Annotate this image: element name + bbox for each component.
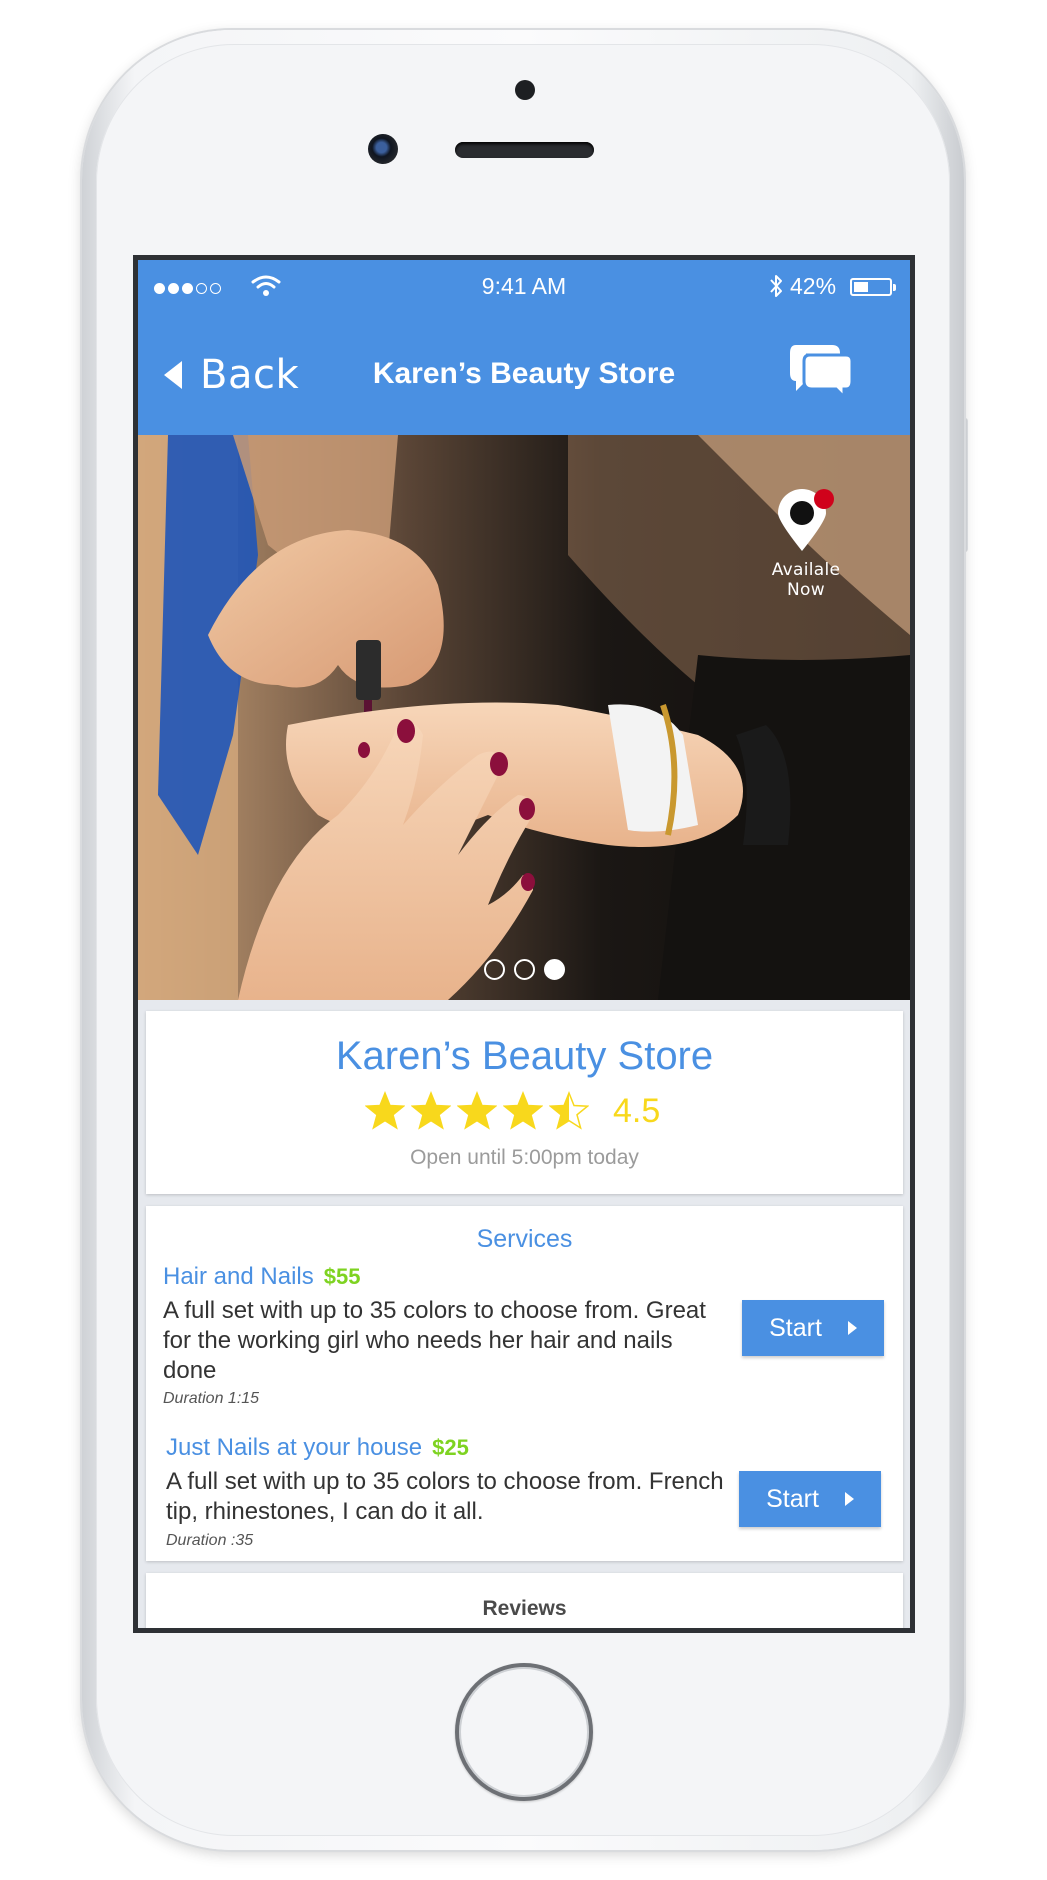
service-duration: Duration 1:15 <box>163 1390 260 1407</box>
rating-value: 4.5 <box>613 1091 661 1130</box>
status-bar: 9:41 AM 42% <box>138 260 910 310</box>
navigation-bar: 9:41 AM 42% Back Karen’s Beauty Store <box>138 260 910 435</box>
availability-indicator: Availale Now <box>752 487 860 600</box>
star-filled-icon <box>411 1091 451 1130</box>
carousel-page-indicator[interactable] <box>484 959 565 980</box>
chat-bubbles-icon[interactable] <box>788 343 854 399</box>
opening-hours: Open until 5:00pm today <box>410 1146 639 1169</box>
start-button[interactable]: Start <box>742 1300 884 1356</box>
star-filled-icon <box>503 1091 543 1130</box>
service-name: Just Nails at your house $25 <box>166 1434 469 1462</box>
front-camera <box>368 134 398 164</box>
proximity-sensor <box>515 80 535 100</box>
service-title: Just Nails at your house <box>166 1434 423 1461</box>
star-rating <box>365 1091 589 1131</box>
service-description: A full set with up to 35 colors to choos… <box>166 1468 724 1525</box>
services-card: Services Hair and Nails $55 A full set wi… <box>146 1206 903 1561</box>
store-name: Karen’s Beauty Store <box>335 1034 714 1078</box>
service-name: Hair and Nails $55 <box>163 1263 360 1291</box>
earpiece-speaker <box>455 142 594 158</box>
star-half-icon <box>549 1091 589 1130</box>
app-screen: 9:41 AM 42% Back Karen’s Beauty Store Av… <box>133 255 915 1633</box>
battery-level-fill <box>854 282 868 292</box>
carousel-dot[interactable] <box>484 959 505 980</box>
bluetooth-icon <box>770 275 782 297</box>
chevron-right-icon <box>847 1321 857 1335</box>
star-filled-icon <box>365 1091 405 1130</box>
start-button-label: Start <box>766 1484 819 1513</box>
chevron-right-icon <box>844 1492 854 1506</box>
location-pin-icon <box>778 489 834 551</box>
start-button[interactable]: Start <box>739 1471 881 1527</box>
carousel-dot[interactable] <box>514 959 535 980</box>
start-button-label: Start <box>769 1313 822 1342</box>
store-info-card: Karen’s Beauty Store 4.5 Open until 5:00… <box>146 1011 903 1194</box>
battery-percentage: 42% <box>790 273 837 299</box>
star-filled-icon <box>457 1091 497 1130</box>
service-duration: Duration :35 <box>166 1532 254 1549</box>
reviews-heading[interactable]: Reviews <box>146 1597 903 1621</box>
service-price: $55 <box>323 1264 361 1289</box>
carousel-dot[interactable] <box>544 959 565 980</box>
availability-label: Availale Now <box>771 560 841 600</box>
mockup-stage: 9:41 AM 42% Back Karen’s Beauty Store Av… <box>0 0 1047 1880</box>
rating-row: 4.5 <box>365 1091 660 1131</box>
battery-icon <box>850 278 896 296</box>
services-heading: Services <box>476 1225 573 1253</box>
service-description: A full set with up to 35 colors to choos… <box>163 1297 706 1384</box>
notification-dot <box>814 489 834 509</box>
service-price: $25 <box>432 1435 469 1460</box>
home-button[interactable] <box>455 1663 593 1801</box>
service-title: Hair and Nails <box>163 1263 314 1290</box>
reviews-card: Reviews <box>146 1573 903 1628</box>
hero-photo-carousel[interactable]: Availale Now <box>138 435 910 1000</box>
